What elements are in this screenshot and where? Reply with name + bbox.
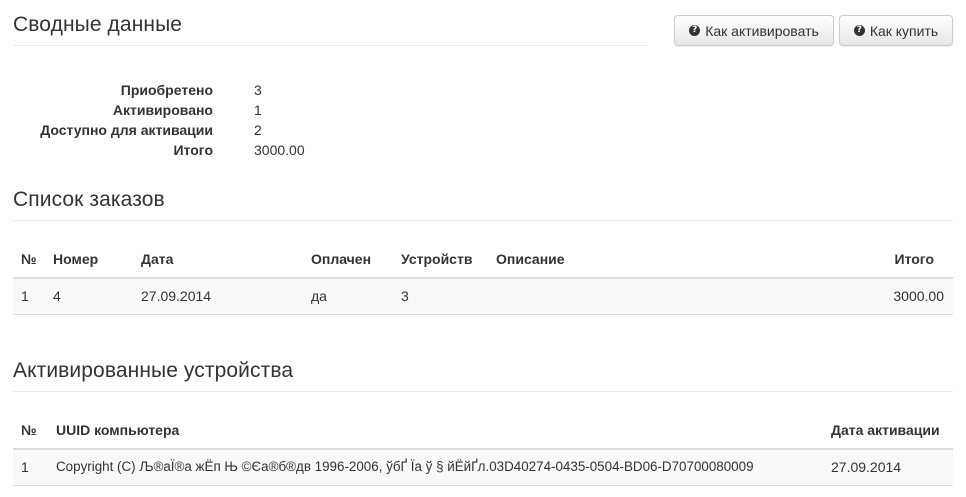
how-to-buy-button[interactable]: ? Как купить <box>839 15 953 46</box>
col-num: № <box>21 251 37 267</box>
col-paid: Оплачен <box>311 251 372 267</box>
device-num: 1 <box>21 459 29 475</box>
col-activation-date: Дата активации <box>831 422 940 438</box>
activated-label: Активировано <box>112 102 213 118</box>
question-circle-icon: ? <box>853 25 865 36</box>
orders-title: Список заказов <box>13 188 165 211</box>
how-to-buy-label: Как купить <box>869 22 939 39</box>
available-label: Доступно для активации <box>40 122 213 138</box>
how-to-activate-button[interactable]: ? Как активировать <box>674 15 834 46</box>
col-description: Описание <box>496 251 565 267</box>
order-paid: да <box>311 288 327 304</box>
how-to-activate-label: Как активировать <box>705 22 819 39</box>
orders-row-border <box>13 314 953 315</box>
device-uuid: Copyright (C) Љ®аЇ®а жЁп Њ ©Єа®б®дв 1996… <box>56 459 754 474</box>
col-devices: Устройств <box>401 251 473 267</box>
devices-row-border <box>13 485 953 486</box>
summary-title-divider <box>13 45 648 46</box>
order-number: 4 <box>53 288 61 304</box>
col-date: Дата <box>141 251 174 267</box>
devices-title: Активированные устройства <box>13 359 294 382</box>
col-num: № <box>21 422 37 438</box>
total-label: Итого <box>173 142 213 158</box>
devices-title-divider <box>13 391 953 392</box>
col-uuid: UUID компьютера <box>56 422 180 438</box>
orders-title-divider <box>13 220 953 221</box>
summary-title: Сводные данные <box>13 13 183 36</box>
order-total: 3000.00 <box>893 288 944 304</box>
activated-value: 1 <box>254 102 262 118</box>
device-activation-date: 27.09.2014 <box>831 459 902 475</box>
total-value: 3000.00 <box>254 142 305 158</box>
order-num: 1 <box>21 288 29 304</box>
col-total: Итого <box>894 251 934 267</box>
col-number: Номер <box>53 251 99 267</box>
available-value: 2 <box>254 122 262 138</box>
question-circle-icon: ? <box>689 25 701 36</box>
purchased-value: 3 <box>254 82 262 98</box>
purchased-label: Приобретено <box>120 82 213 98</box>
order-date: 27.09.2014 <box>141 288 212 304</box>
order-devices: 3 <box>401 288 409 304</box>
